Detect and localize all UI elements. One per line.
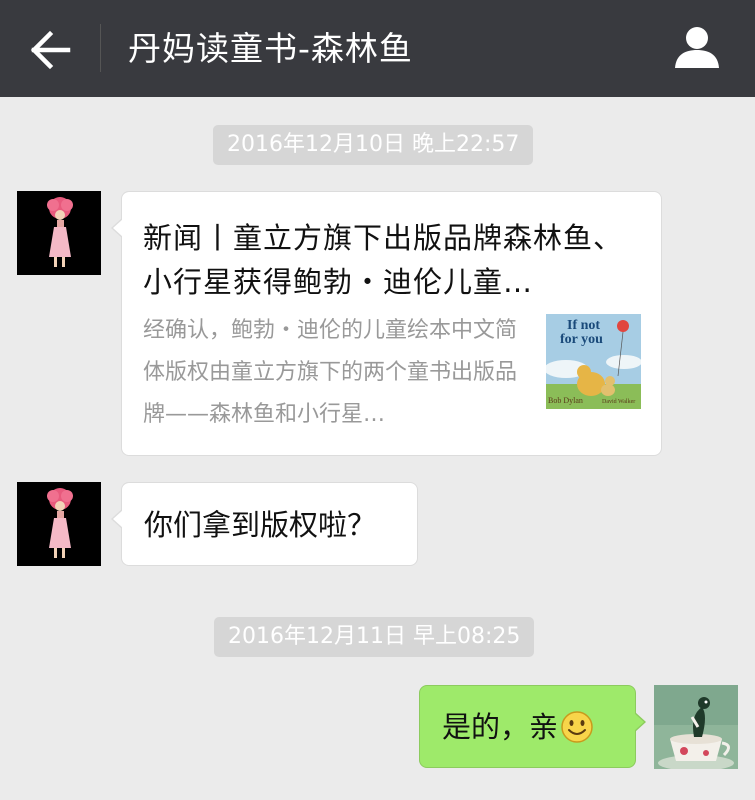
article-title: 新闻丨童立方旗下出版品牌森林鱼、小行星获得鲍勃・迪伦儿童… (143, 221, 624, 299)
girl-avatar-icon (17, 191, 101, 275)
timestamp: 2016年12月10日 晚上22:57 (213, 125, 534, 165)
header-divider (100, 24, 101, 72)
article-card[interactable]: 新闻丨童立方旗下出版品牌森林鱼、小行星获得鲍勃・迪伦儿童… 经确认，鲍勃・迪伦的… (111, 191, 662, 456)
thumbnail-author: Bob Dylan (548, 396, 583, 405)
chat-title: 丹妈读童书-森林鱼 (128, 29, 413, 68)
girl-avatar-icon (17, 482, 101, 566)
back-arrow-icon (30, 30, 71, 70)
chat-header: 丹妈读童书-森林鱼 (0, 0, 755, 97)
message-bubble-outgoing[interactable]: 是的，亲 (419, 685, 646, 768)
person-icon (675, 27, 719, 68)
teacup-avatar-icon (654, 685, 738, 769)
smiley-icon (561, 711, 593, 743)
article-thumbnail: If not for you Bob Dylan David Walker (546, 314, 641, 409)
message-text: 你们拿到版权啦？ (144, 508, 377, 542)
thumbnail-illustrator: David Walker (602, 399, 635, 405)
message-text: 是的，亲 (442, 710, 559, 744)
timestamp: 2016年12月11日 早上08:25 (214, 617, 535, 657)
profile-button[interactable] (672, 22, 722, 72)
avatar[interactable] (17, 191, 101, 275)
message-bubble[interactable]: 你们拿到版权啦？ (111, 482, 418, 566)
thumbnail-title-2: for you (560, 332, 603, 347)
avatar[interactable] (654, 685, 738, 769)
article-description: 经确认，鲍勃・迪伦的儿童绘本中文简体版权由童立方旗下的两个童书出版品牌——森林鱼… (143, 318, 518, 427)
message-text-wrap: 是的，亲 (442, 705, 594, 749)
back-button[interactable] (28, 28, 72, 72)
avatar[interactable] (17, 482, 101, 566)
thumbnail-title-1: If not (567, 318, 600, 333)
